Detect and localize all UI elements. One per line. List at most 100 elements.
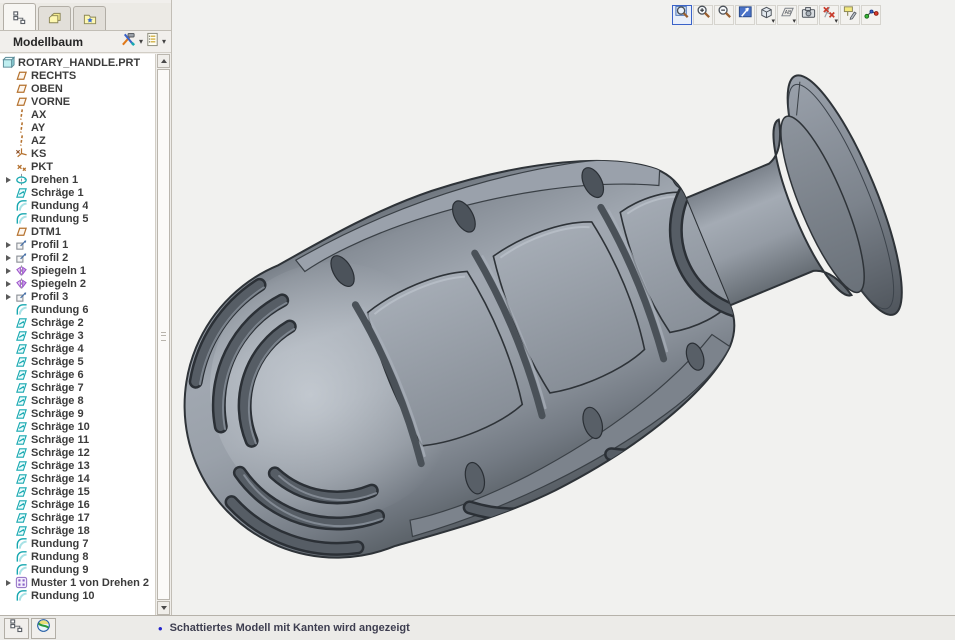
round-icon xyxy=(15,212,28,225)
expand-arrow[interactable] xyxy=(2,242,15,248)
tree-row[interactable]: KS xyxy=(0,147,155,160)
tree-item-label: RECHTS xyxy=(31,70,76,82)
tree-item-label: Rundung 5 xyxy=(31,213,88,225)
tree-row[interactable]: Schräge 9 xyxy=(0,407,155,420)
tree-row[interactable]: Profil 2 xyxy=(0,251,155,264)
tree-item-label: Schräge 3 xyxy=(31,330,84,342)
scroll-down-button[interactable] xyxy=(157,601,170,615)
repaint-button[interactable] xyxy=(735,5,755,25)
tree-row[interactable]: Schräge 2 xyxy=(0,316,155,329)
tree-row[interactable]: AX xyxy=(0,108,155,121)
tree-row[interactable]: Rundung 9 xyxy=(0,563,155,576)
tree-settings-dropdown[interactable]: ▾ xyxy=(139,38,143,46)
view-snapshot-button[interactable] xyxy=(798,5,818,25)
expand-arrow[interactable] xyxy=(2,580,15,586)
tree-row[interactable]: OBEN xyxy=(0,82,155,95)
expand-arrow[interactable] xyxy=(2,294,15,300)
datum-plane-icon xyxy=(15,69,28,82)
tree-row[interactable]: Rundung 10 xyxy=(0,589,155,602)
annotation-display-button[interactable] xyxy=(840,5,860,25)
tree-row[interactable]: Drehen 1 xyxy=(0,173,155,186)
tree-row[interactable]: Schräge 6 xyxy=(0,368,155,381)
tree-item-label: Rundung 10 xyxy=(31,590,95,602)
draft-icon xyxy=(15,485,28,498)
expand-arrow[interactable] xyxy=(2,281,15,287)
datum-display-off-button[interactable]: ▾ xyxy=(819,5,839,25)
tree-item-label: Schräge 15 xyxy=(31,486,90,498)
draft-icon xyxy=(15,524,28,537)
status-buttons xyxy=(4,618,58,639)
expand-arrow[interactable] xyxy=(2,177,15,183)
tree-row[interactable]: Rundung 8 xyxy=(0,550,155,563)
tree-settings-button[interactable] xyxy=(119,32,138,52)
tree-row[interactable]: Schräge 10 xyxy=(0,420,155,433)
tree-row[interactable]: ROTARY_HANDLE.PRT xyxy=(0,56,155,69)
tree-row[interactable]: AY xyxy=(0,121,155,134)
round-icon xyxy=(15,589,28,602)
reorient-button[interactable]: AB▾ xyxy=(777,5,797,25)
tree-row[interactable]: Schräge 16 xyxy=(0,498,155,511)
round-icon xyxy=(15,537,28,550)
tree-row[interactable]: Schräge 5 xyxy=(0,355,155,368)
tree-row[interactable]: Spiegeln 2 xyxy=(0,277,155,290)
tree-item-label: Rundung 4 xyxy=(31,200,88,212)
toggle-browser-button[interactable] xyxy=(31,618,56,639)
folder-browser-tab[interactable] xyxy=(38,6,71,30)
tree-show-dropdown[interactable]: ▾ xyxy=(162,38,166,46)
graphics-viewport[interactable]: ▾AB▾▾ xyxy=(172,0,955,615)
tree-row[interactable]: Schräge 14 xyxy=(0,472,155,485)
tree-row[interactable]: Profil 1 xyxy=(0,238,155,251)
tree-item-label: Rundung 7 xyxy=(31,538,88,550)
reorient-dropdown[interactable]: ▾ xyxy=(792,18,796,25)
tree-row[interactable]: DTM1 xyxy=(0,225,155,238)
tree-row[interactable]: Schräge 3 xyxy=(0,329,155,342)
tree-show-button[interactable] xyxy=(144,32,161,52)
spin-center-button[interactable] xyxy=(861,5,881,25)
tree-item-label: OBEN xyxy=(31,83,63,95)
expand-arrow-icon xyxy=(6,242,11,248)
camera-icon xyxy=(800,4,817,26)
datum-display-off-dropdown[interactable]: ▾ xyxy=(834,18,838,25)
tree-row[interactable]: Schräge 11 xyxy=(0,433,155,446)
tree-row[interactable]: Schräge 12 xyxy=(0,446,155,459)
rotary-handle-3d-model[interactable] xyxy=(172,0,955,615)
favorites-tab[interactable] xyxy=(73,6,106,30)
tree-row[interactable]: Profil 3 xyxy=(0,290,155,303)
expand-arrow[interactable] xyxy=(2,268,15,274)
saved-views-button[interactable]: ▾ xyxy=(756,5,776,25)
tree-row[interactable]: RECHTS xyxy=(0,69,155,82)
mirror-icon xyxy=(15,277,28,290)
tree-row[interactable]: Schräge 4 xyxy=(0,342,155,355)
tree-row[interactable]: Rundung 6 xyxy=(0,303,155,316)
tree-row[interactable]: PKT xyxy=(0,160,155,173)
tree-item-label: Rundung 9 xyxy=(31,564,88,576)
model-tree-icon xyxy=(12,10,27,25)
toggle-model-tree-button[interactable] xyxy=(4,618,29,639)
tree-row[interactable]: Schräge 7 xyxy=(0,381,155,394)
tree-row[interactable]: AZ xyxy=(0,134,155,147)
zoom-out-button[interactable] xyxy=(714,5,734,25)
tree-row[interactable]: Muster 1 von Drehen 2 xyxy=(0,576,155,589)
tree-item-label: VORNE xyxy=(31,96,70,108)
tree-row[interactable]: Schräge 15 xyxy=(0,485,155,498)
saved-views-dropdown[interactable]: ▾ xyxy=(771,18,775,25)
tree-row[interactable]: VORNE xyxy=(0,95,155,108)
tree-row[interactable]: Rundung 5 xyxy=(0,212,155,225)
scrollbar-thumb[interactable] xyxy=(157,69,170,600)
tree-row[interactable]: Schräge 18 xyxy=(0,524,155,537)
tree-row[interactable]: Schräge 13 xyxy=(0,459,155,472)
tree-row[interactable]: Schräge 1 xyxy=(0,186,155,199)
expand-arrow[interactable] xyxy=(2,255,15,261)
tree-item-label: Schräge 2 xyxy=(31,317,84,329)
tree-row[interactable]: Rundung 7 xyxy=(0,537,155,550)
tree-item-label: AX xyxy=(31,109,46,121)
tree-row[interactable]: Rundung 4 xyxy=(0,199,155,212)
tree-row[interactable]: Schräge 17 xyxy=(0,511,155,524)
tree-scrollbar[interactable] xyxy=(155,54,171,615)
zoom-region-button[interactable] xyxy=(672,5,692,25)
tree-row[interactable]: Spiegeln 1 xyxy=(0,264,155,277)
zoom-in-button[interactable] xyxy=(693,5,713,25)
tree-row[interactable]: Schräge 8 xyxy=(0,394,155,407)
scroll-up-button[interactable] xyxy=(157,54,170,68)
model-tree-tab[interactable] xyxy=(3,3,36,30)
